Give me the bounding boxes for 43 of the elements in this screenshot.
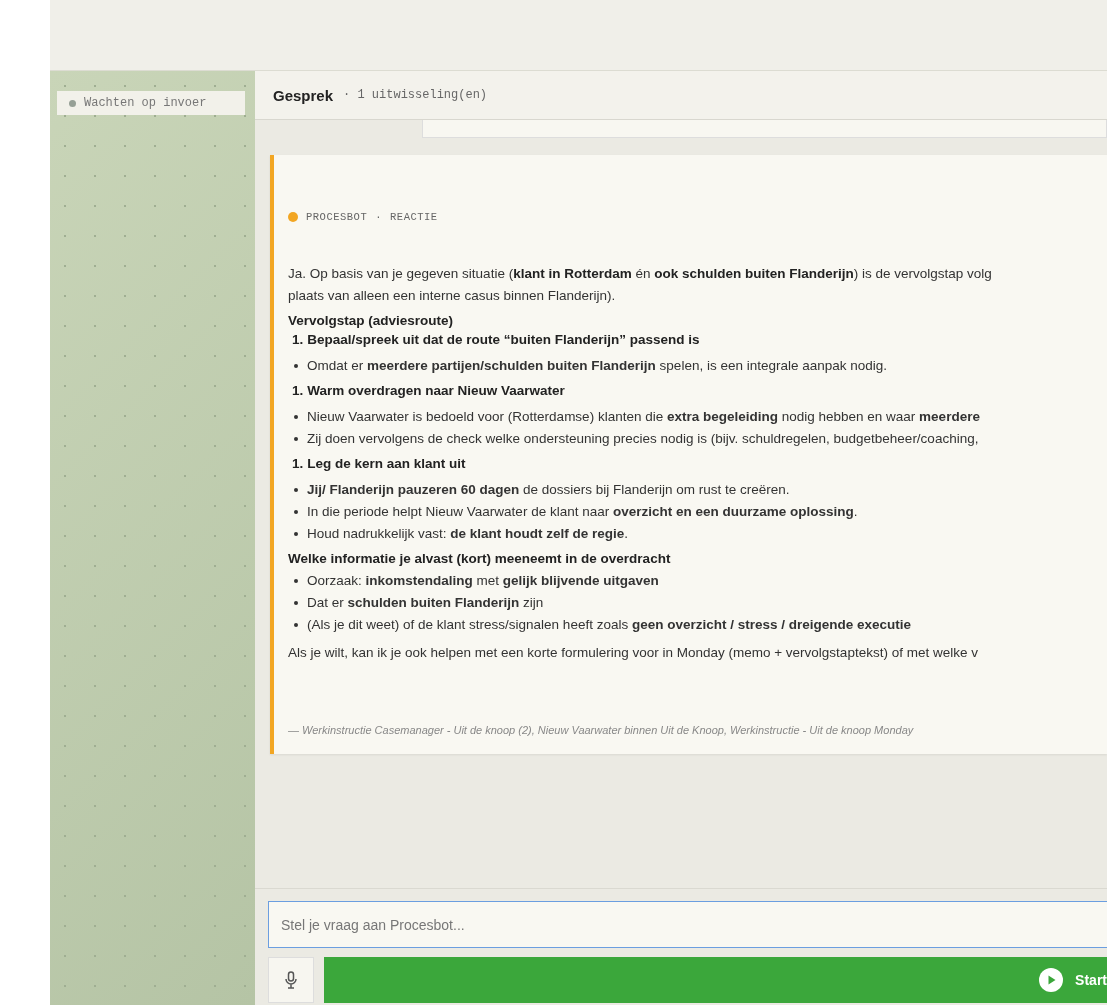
bullet-item: Dat er schulden buiten Flanderijn zijn [307, 594, 544, 612]
bullet-item: Houd nadrukkelijk vast: de klant houdt zelf de regie. [307, 525, 629, 543]
sender-label: PROCESBOT [306, 211, 368, 223]
paragraph-line: plaats van alleen een interne casus binnen Flanderijn). [288, 287, 617, 305]
exchange-count: · 1 uitwisseling(en) [343, 88, 488, 102]
list-number: 1. [292, 456, 304, 471]
sender-dot-icon [288, 212, 298, 222]
question-field[interactable]: Stel je vraag aan Procesbot... [268, 901, 1107, 948]
message-type: REACTIE [390, 211, 438, 223]
list-number: 1. [292, 332, 304, 347]
bullet-icon [294, 623, 298, 627]
bullet-item: In die periode helpt Nieuw Vaarwater de klant naar overzicht en een duurzame oplossing. [307, 503, 858, 521]
paragraph-line: Als je wilt, kan ik je ook helpen met een korte formulering voor in Monday (memo + vervolgstaptekst) of met welke v [288, 644, 979, 662]
bullet-item: Zij doen vervolgens de check welke ondersteuning precies nodig is (bijv. schuldregelen, budgetbeheer/coaching, [307, 430, 979, 448]
bullet-item: Oorzaak: inkomstendaling met gelijk blijvende uitgaven [307, 572, 659, 590]
numbered-item: Leg de kern aan klant uit [307, 456, 466, 471]
bullet-item: Nieuw Vaarwater is bedoeld voor (Rotterdamse) klanten die extra begeleiding nodig hebben en waar meerdere [307, 408, 980, 426]
sources-text: — Werkinstructie Casemanager - Uit de knoop (2), Nieuw Vaarwater binnen Uit de Knoop, Werkinstructie - Uit de knoop Monday [288, 724, 915, 736]
bullet-item: Omdat er meerdere partijen/schulden buiten Flanderijn spelen, is een integrale aanpak nodig. [307, 357, 888, 375]
bullet-icon [294, 488, 298, 492]
start-button[interactable]: Start [324, 957, 1107, 1003]
status-dot-icon [69, 99, 76, 107]
separator: · [375, 211, 383, 223]
conversation-title: Gesprek [273, 86, 334, 104]
numbered-item: Warm overdragen naar Nieuw Vaarwater [307, 383, 565, 398]
paragraph-line: Ja. Op basis van je gegeven situatie (klant in Rotterdam én ook schulden buiten Flanderijn) is de vervolgstap volg [288, 265, 993, 283]
section-heading: Vervolgstap (adviesroute) [288, 313, 455, 328]
list-number: 1. [292, 383, 304, 398]
bullet-icon [294, 532, 298, 536]
bullet-icon [294, 579, 298, 583]
status-badge: Wachten op invoer [57, 91, 245, 115]
bullet-icon [294, 601, 298, 605]
bullet-icon [294, 510, 298, 514]
bullet-item: Jij/ Flanderijn pauzeren 60 dagen de dossiers bij Flanderijn om rust te creëren. [307, 481, 790, 499]
section-heading: Welke informatie je alvast (kort) meeneemt in de overdracht [288, 551, 672, 566]
bullet-icon [294, 415, 298, 419]
bullet-icon [294, 364, 298, 368]
bullet-icon [294, 437, 298, 441]
microphone-icon [285, 971, 297, 989]
play-icon [1039, 968, 1064, 992]
microphone-button[interactable] [268, 957, 314, 1003]
bullet-item: (Als je dit weet) of de klant stress/signalen heeft zoals geen overzicht / stress / dreigende executie [307, 616, 912, 634]
numbered-item: Bepaal/spreek uit dat de route “buiten Flanderijn” passend is [307, 332, 700, 347]
